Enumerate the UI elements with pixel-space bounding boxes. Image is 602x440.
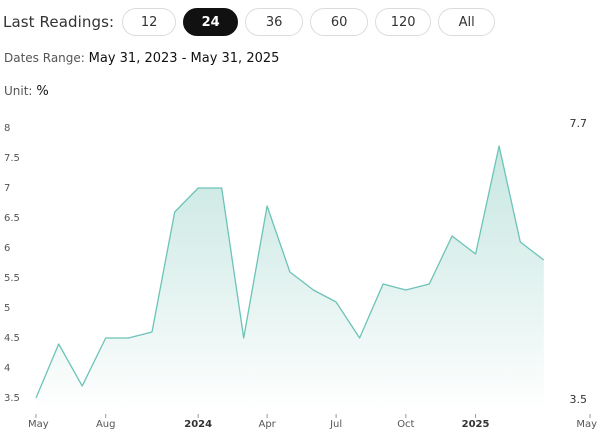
y-tick-label: 4	[4, 363, 10, 374]
range-option-24[interactable]: 24	[183, 8, 239, 36]
min-value-label: 3.5	[570, 393, 588, 406]
data-point	[335, 301, 337, 303]
data-point	[289, 271, 291, 273]
y-tick-label: 6.5	[4, 213, 20, 224]
range-option-12[interactable]: 12	[122, 8, 177, 36]
x-tick-label: May	[28, 419, 49, 430]
y-tick-label: 7	[4, 183, 10, 194]
data-point	[197, 187, 199, 189]
data-point	[127, 337, 129, 339]
y-tick-label: 6	[4, 243, 10, 254]
x-tick-label: 2025	[462, 419, 490, 430]
data-point	[451, 235, 453, 237]
readings-label: Last Readings:	[3, 13, 115, 31]
max-value-label: 7.7	[570, 117, 588, 130]
y-tick-label: 3.5	[4, 393, 20, 404]
x-tick-label: Apr	[258, 419, 276, 430]
data-point	[151, 331, 153, 333]
unit-label: Unit:	[4, 84, 33, 98]
data-point	[58, 343, 60, 345]
data-point	[543, 259, 545, 261]
unit-line: Unit: %	[4, 84, 49, 99]
readings-toolbar: Last Readings: 12 24 36 60 120 All	[3, 8, 502, 36]
data-point	[221, 187, 223, 189]
dates-range-label: Dates Range:	[4, 51, 85, 65]
x-tick-label: Oct	[397, 419, 414, 430]
y-tick-label: 7.5	[4, 153, 20, 164]
data-point	[498, 145, 500, 147]
data-point	[312, 289, 314, 291]
data-point	[174, 211, 176, 213]
y-tick-label: 5	[4, 303, 10, 314]
unit-value: %	[36, 84, 49, 99]
data-point	[474, 253, 476, 255]
data-point	[358, 337, 360, 339]
dates-range-value: May 31, 2023 - May 31, 2025	[88, 51, 280, 66]
x-tick-label: Jul	[329, 419, 342, 430]
data-point	[243, 337, 245, 339]
range-option-36[interactable]: 36	[245, 8, 304, 36]
x-tick-label: May	[576, 419, 597, 430]
readings-chart: 3.5 4 4.5 5 5.5 6 6.5 7 7.5 8 May Aug 2024 Apr Jul Oct 2…	[4, 117, 597, 430]
data-point	[35, 397, 37, 399]
range-option-all[interactable]: All	[438, 8, 496, 36]
x-tick-label: 2024	[184, 419, 212, 430]
series-area	[36, 146, 544, 410]
dates-range: Dates Range: May 31, 2023 - May 31, 2025	[4, 51, 279, 66]
range-option-120[interactable]: 120	[375, 8, 432, 36]
data-point	[81, 385, 83, 387]
data-point	[519, 241, 521, 243]
x-tick-label: Aug	[96, 419, 116, 430]
data-point	[266, 205, 268, 207]
data-point	[105, 337, 107, 339]
data-point	[405, 289, 407, 291]
y-tick-label: 5.5	[4, 273, 20, 284]
data-point	[428, 283, 430, 285]
y-tick-label: 8	[4, 123, 10, 134]
readings-options: 12 24 36 60 120 All	[122, 8, 502, 36]
y-tick-label: 4.5	[4, 333, 20, 344]
data-point	[382, 283, 384, 285]
range-option-60[interactable]: 60	[310, 8, 369, 36]
